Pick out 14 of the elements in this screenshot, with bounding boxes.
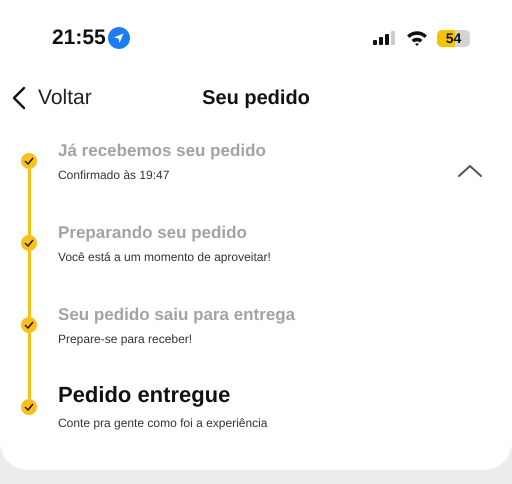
step-subtitle: Confirmado às 19:47 [58, 168, 170, 182]
step-title: Seu pedido saiu para entrega [58, 305, 296, 325]
step-subtitle: Você está a um momento de aproveitar! [58, 250, 271, 264]
chevron-left-icon [12, 86, 26, 110]
step-subtitle: Prepare-se para receber! [58, 332, 194, 346]
step-title: Preparando seu pedido [58, 223, 248, 243]
back-link[interactable]: Voltar [12, 86, 92, 110]
collapse-chevron-icon[interactable] [457, 164, 483, 178]
status-time: 21:55 [52, 26, 106, 50]
step-subtitle: Conte pra gente como foi a experiência [58, 416, 268, 430]
step-title: Já recebemos seu pedido [58, 141, 266, 161]
signal-icon [373, 31, 397, 45]
step-title: Pedido entregue [58, 382, 232, 408]
wifi-icon [406, 30, 428, 46]
